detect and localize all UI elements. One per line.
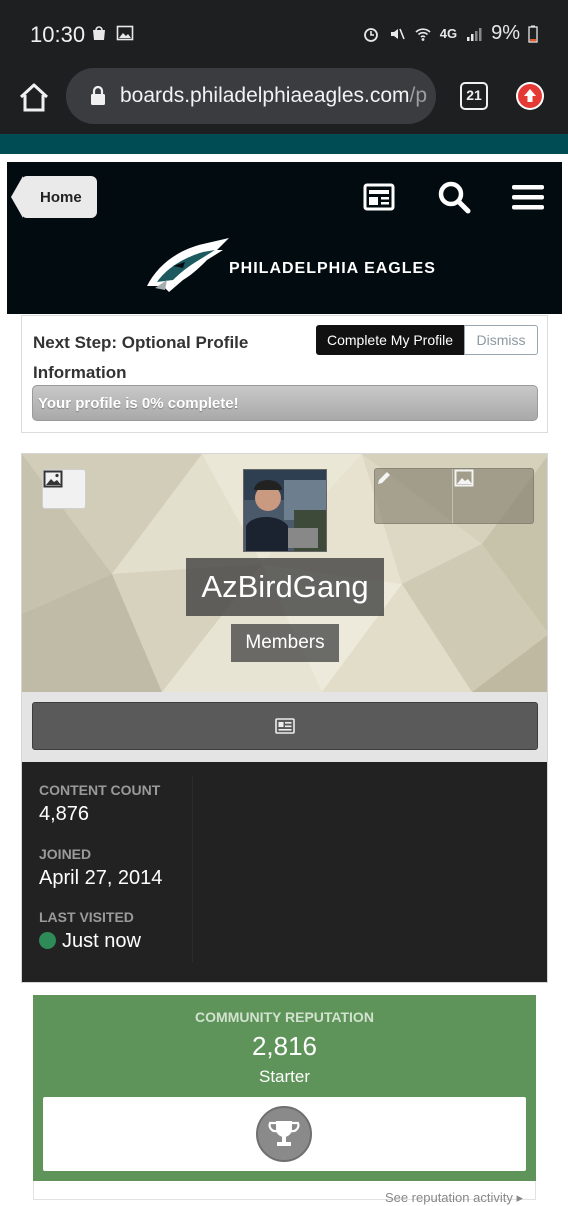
stat-value-content-count: 4,876: [39, 803, 90, 825]
update-arrow-icon: [518, 84, 542, 108]
lock-icon: [91, 86, 105, 105]
site-header: Home PHILADELPHIA EAGLES: [7, 162, 562, 314]
complete-profile-button[interactable]: Complete My Profile: [316, 325, 464, 355]
stat-value-last-visited: Just now: [39, 930, 141, 953]
wifi-icon: [415, 27, 431, 41]
reputation-badge-box: [43, 1097, 526, 1171]
network-type: 4G: [439, 26, 458, 41]
profile-card: AzBirdGang Members CONTENT COUNT 4,876 J…: [21, 453, 548, 983]
stats-divider: [192, 776, 193, 962]
reputation-card: COMMUNITY REPUTATION 2,816 Starter: [33, 995, 536, 1181]
url-field[interactable]: boards.philadelphiaeagles.com/p: [66, 68, 436, 124]
stat-value-joined: April 27, 2014: [39, 867, 163, 889]
status-bar: 10:30 4G 9%: [0, 0, 568, 66]
trophy-badge: [256, 1106, 312, 1162]
battery-icon: [528, 25, 538, 43]
alarm-icon: [363, 27, 378, 42]
image-icon: [116, 25, 134, 41]
edit-cover-button[interactable]: [454, 469, 532, 523]
browser-toolbar: boards.philadelphiaeagles.com/p 21: [0, 66, 568, 134]
profile-progress-bar: Your profile is 0% complete!: [32, 385, 538, 421]
battery-percent: 9%: [491, 22, 520, 44]
image-icon: [454, 469, 474, 487]
eagles-logo[interactable]: PHILADELPHIA EAGLES: [143, 232, 443, 302]
stat-label-joined: JOINED: [39, 846, 92, 862]
image-icon: [43, 470, 63, 488]
reputation-footer: See reputation activity ▸: [33, 1181, 536, 1205]
next-step-card: Next Step: Optional Profile Information …: [21, 315, 548, 433]
cover-photo: AzBirdGang Members: [22, 454, 547, 692]
eagle-head-icon: [147, 238, 229, 292]
signal-icon: [467, 27, 482, 41]
profile-stats: CONTENT COUNT 4,876 JOINED April 27, 201…: [22, 762, 547, 982]
edit-profile-button[interactable]: [375, 469, 453, 523]
shopping-bag-icon: [93, 26, 105, 40]
next-step-title: Next Step: Optional Profile Information: [33, 333, 249, 382]
avatar-photo: [244, 470, 326, 551]
view-activity-button[interactable]: [32, 702, 538, 750]
hamburger-menu-icon[interactable]: [509, 178, 547, 216]
brand-strip: [0, 134, 568, 154]
profile-username: AzBirdGang: [186, 558, 384, 616]
change-cover-button[interactable]: [42, 469, 86, 509]
profile-edit-group: [374, 468, 534, 524]
browser-menu-button[interactable]: [516, 82, 544, 110]
mute-icon: [390, 28, 405, 39]
url-path: /p: [409, 84, 428, 107]
activity-feed-icon: [275, 718, 295, 734]
reputation-activity-text: See reputation activity: [384, 1190, 513, 1205]
status-system-icons: 4G 9%: [362, 22, 538, 45]
chevron-right-icon: ▸: [516, 1190, 523, 1205]
home-icon[interactable]: [16, 80, 52, 116]
stat-label-last-visited: LAST VISITED: [39, 909, 134, 925]
tab-switcher-button[interactable]: 21: [460, 82, 488, 110]
dismiss-button[interactable]: Dismiss: [464, 325, 538, 355]
url-host: boards.philadelphiaeagles.com: [120, 84, 410, 107]
trophy-icon: [268, 1121, 300, 1146]
pencil-icon: [378, 472, 390, 484]
last-visited-text: Just now: [62, 930, 141, 952]
stat-label-content-count: CONTENT COUNT: [39, 782, 161, 798]
breadcrumb-home[interactable]: Home: [11, 176, 97, 218]
member-group-badge: Members: [231, 624, 339, 662]
profile-progress-text: Your profile is 0% complete!: [38, 395, 239, 412]
reputation-value: 2,816: [251, 1031, 318, 1061]
activity-feed-icon[interactable]: [361, 178, 399, 216]
reputation-activity-link[interactable]: See reputation activity ▸: [385, 1190, 523, 1206]
logo-wordmark: PHILADELPHIA EAGLES: [229, 260, 436, 277]
status-notification-icons: [90, 24, 134, 42]
reputation-rank: Starter: [258, 1067, 311, 1086]
reputation-title: COMMUNITY REPUTATION: [195, 1009, 374, 1025]
online-status-icon: [39, 932, 56, 949]
search-icon[interactable]: [435, 178, 473, 216]
profile-avatar[interactable]: [243, 469, 327, 552]
status-time: 10:30: [30, 22, 86, 47]
